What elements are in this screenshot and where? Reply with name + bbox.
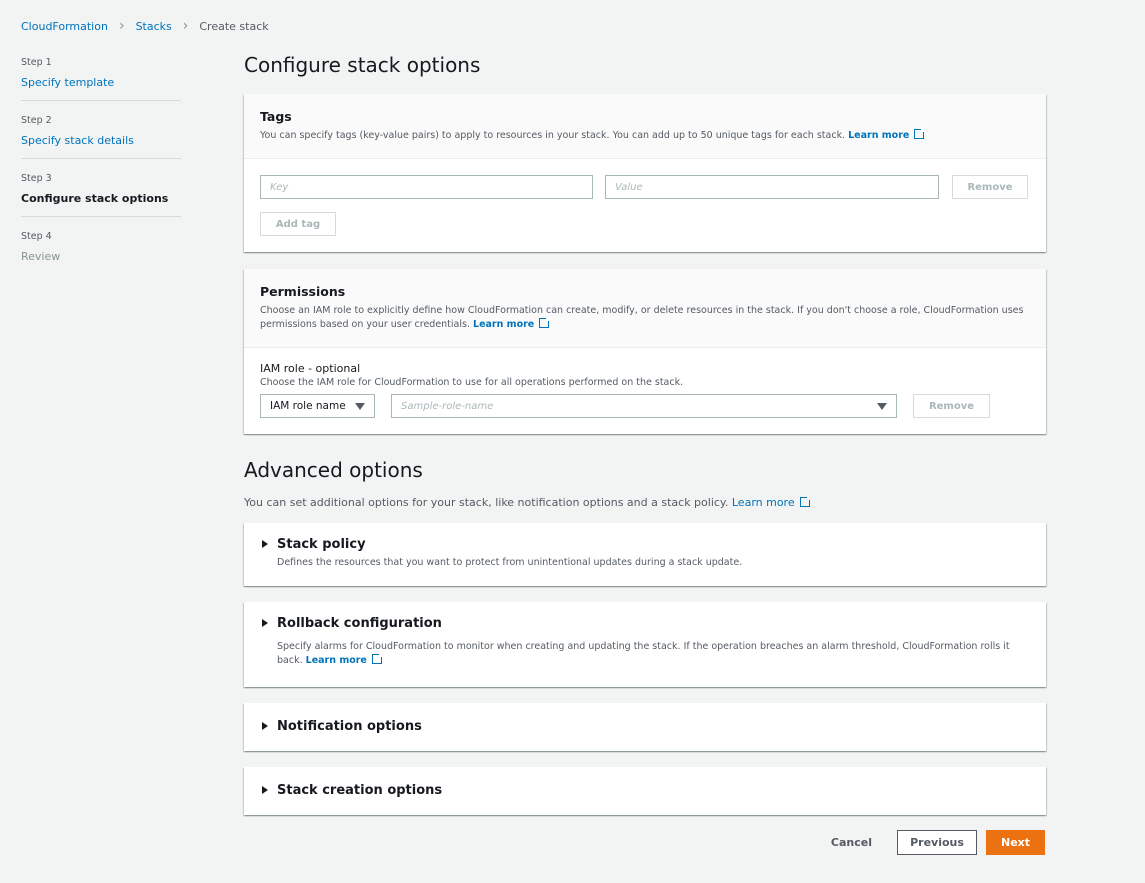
- permissions-learn-more-link[interactable]: Learn more: [473, 316, 552, 330]
- caret-right-icon: [262, 786, 268, 794]
- wizard-footer: Cancel Previous Next: [831, 830, 1045, 855]
- tags-header: Tags You can specify tags (key-value pai…: [244, 94, 1046, 159]
- cancel-button[interactable]: Cancel: [831, 836, 872, 849]
- external-link-icon: [539, 316, 552, 328]
- tag-value-input[interactable]: Value: [605, 175, 939, 199]
- add-tag-button[interactable]: Add tag: [260, 212, 336, 236]
- stack-policy-title: Stack policy: [277, 537, 366, 552]
- main-content: Configure stack options Tags You can spe…: [244, 53, 1046, 831]
- external-link-icon: [914, 127, 927, 139]
- wizard-steps: Step 1 Specify template Step 2 Specify s…: [21, 57, 181, 289]
- stack-policy-desc: Defines the resources that you want to p…: [277, 557, 743, 568]
- step-label-review: Review: [21, 250, 61, 263]
- caret-right-icon: [262, 722, 268, 730]
- permissions-panel: Permissions Choose an IAM role to explic…: [244, 269, 1046, 434]
- caret-right-icon: [262, 619, 268, 627]
- external-link-icon: [371, 652, 384, 664]
- tags-desc: You can specify tags (key-value pairs) t…: [260, 127, 1030, 143]
- step-4: Step 4 Review: [21, 231, 181, 275]
- advanced-learn-more-link[interactable]: Learn more: [732, 495, 812, 509]
- tags-body: Key Value Remove Add tag: [244, 159, 1046, 252]
- iam-role-label: IAM role - optional: [260, 362, 361, 375]
- stack-creation-options-section[interactable]: Stack creation options: [244, 767, 1046, 815]
- step-number: Step 4: [21, 231, 52, 242]
- rollback-configuration-title: Rollback configuration: [277, 616, 442, 631]
- breadcrumb-cloudformation[interactable]: CloudFormation: [21, 20, 108, 33]
- step-2: Step 2 Specify stack details: [21, 115, 181, 159]
- step-link-specify-template[interactable]: Specify template: [21, 76, 114, 89]
- step-number: Step 3: [21, 173, 52, 184]
- breadcrumb: CloudFormation › Stacks › Create stack: [21, 18, 269, 34]
- step-number: Step 1: [21, 57, 52, 68]
- breadcrumb-stacks[interactable]: Stacks: [136, 20, 172, 33]
- step-3: Step 3 Configure stack options: [21, 173, 181, 217]
- step-number: Step 2: [21, 115, 52, 126]
- permissions-desc: Choose an IAM role to explicitly define …: [260, 305, 1024, 330]
- tag-key-input[interactable]: Key: [260, 175, 593, 199]
- notification-options-section[interactable]: Notification options: [244, 703, 1046, 751]
- stack-creation-options-title: Stack creation options: [277, 783, 443, 798]
- rollback-learn-more-link[interactable]: Learn more: [306, 652, 384, 666]
- iam-role-name-select[interactable]: Sample-role-name: [391, 394, 897, 418]
- caret-down-icon: [355, 402, 365, 410]
- step-1: Step 1 Specify template: [21, 57, 181, 101]
- external-link-icon: [799, 495, 812, 507]
- iam-role-remove-button[interactable]: Remove: [913, 394, 990, 418]
- next-button[interactable]: Next: [986, 830, 1045, 855]
- tags-learn-more-link[interactable]: Learn more: [848, 127, 927, 141]
- rollback-configuration-desc: Specify alarms for CloudFormation to mon…: [277, 641, 1010, 666]
- rollback-configuration-section[interactable]: Rollback configuration Specify alarms fo…: [244, 602, 1046, 687]
- notification-options-title: Notification options: [277, 719, 422, 734]
- permissions-body: IAM role - optional Choose the IAM role …: [244, 348, 1046, 434]
- permissions-header: Permissions Choose an IAM role to explic…: [244, 269, 1046, 348]
- tags-title: Tags: [260, 109, 292, 124]
- caret-down-icon: [877, 402, 887, 410]
- iam-role-desc: Choose the IAM role for CloudFormation t…: [260, 377, 684, 388]
- chevron-right-icon: ›: [182, 18, 189, 34]
- breadcrumb-current: Create stack: [199, 20, 269, 33]
- step-label-current: Configure stack options: [21, 192, 169, 205]
- page-title: Configure stack options: [244, 53, 481, 77]
- chevron-right-icon: ›: [118, 18, 125, 34]
- advanced-options-title: Advanced options: [244, 458, 423, 482]
- stack-policy-section[interactable]: Stack policy Defines the resources that …: [244, 523, 1046, 586]
- iam-role-type-select[interactable]: IAM role name: [260, 394, 375, 418]
- caret-right-icon: [262, 540, 268, 548]
- tag-remove-button[interactable]: Remove: [952, 175, 1028, 199]
- previous-button[interactable]: Previous: [897, 830, 977, 855]
- step-link-specify-stack-details[interactable]: Specify stack details: [21, 134, 134, 147]
- advanced-options-desc: You can set additional options for your …: [244, 495, 1046, 509]
- tags-panel: Tags You can specify tags (key-value pai…: [244, 94, 1046, 252]
- permissions-title: Permissions: [260, 284, 346, 299]
